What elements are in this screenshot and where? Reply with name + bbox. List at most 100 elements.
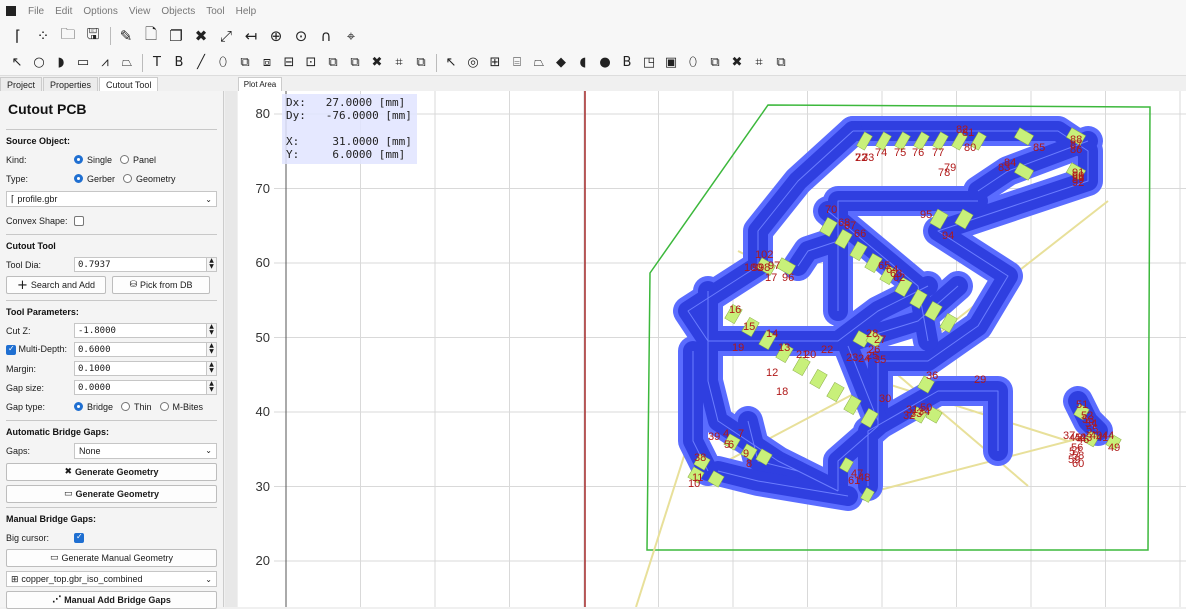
tool-dia-input[interactable]: 0.7937 ▲ ▼	[74, 257, 217, 272]
big-cursor-checkbox[interactable]	[74, 532, 84, 543]
bold-icon[interactable]: B	[170, 53, 188, 73]
move-pad-icon[interactable]: ⧉	[772, 53, 790, 73]
copy-icon[interactable]: ❐	[166, 26, 186, 46]
delete-shape-icon[interactable]: ✖	[368, 53, 386, 73]
type-gerber-radio[interactable]: Gerber	[74, 174, 115, 184]
crosshair-icon[interactable]: ⊕	[266, 26, 286, 46]
pad-icon[interactable]: ◎	[464, 53, 482, 73]
transform-icon[interactable]: ⌗	[390, 53, 408, 73]
poly-icon[interactable]: ◆	[552, 53, 570, 73]
pad-label: 37	[1063, 430, 1075, 442]
type-gerber-label: Gerber	[87, 173, 116, 184]
line-icon[interactable]: ╱	[192, 53, 210, 73]
spin-arrows-icon[interactable]: ▲ ▼	[206, 258, 216, 271]
circle-icon[interactable]: ○	[30, 53, 48, 73]
path-icon[interactable]: ⩘	[96, 53, 114, 73]
gapsize-input[interactable]: 0.0000 ▲ ▼	[74, 380, 217, 395]
open-gerber-icon[interactable]: ⌈	[8, 26, 28, 46]
mark-area-icon[interactable]: ▣	[662, 53, 680, 73]
tab-properties[interactable]: Properties	[43, 77, 99, 91]
manual-object-select[interactable]: ⊞ copper_top.gbr_iso_combined ⌄	[6, 571, 217, 587]
eraser-icon[interactable]: ⬯	[684, 53, 702, 73]
multidepth-checkbox[interactable]	[6, 344, 16, 355]
select-icon[interactable]: ↖	[442, 53, 460, 73]
kind-panel-radio[interactable]: Panel	[120, 155, 156, 165]
gap-thin-radio[interactable]: Thin	[121, 402, 152, 412]
move-shape-icon[interactable]: ⧉	[412, 53, 430, 73]
multidepth-input[interactable]: 0.6000 ▲ ▼	[74, 342, 217, 357]
pad-label: 77	[932, 147, 944, 159]
margin-input[interactable]: 0.1000 ▲ ▼	[74, 361, 217, 376]
distance-icon[interactable]: ↤	[241, 26, 261, 46]
move-icon[interactable]: ⧉	[346, 53, 364, 73]
convex-checkbox[interactable]	[74, 215, 84, 226]
copy-pad-icon[interactable]: ⧉	[706, 53, 724, 73]
menu-file[interactable]: File	[28, 6, 44, 17]
menu-help[interactable]: Help	[236, 6, 257, 17]
pad	[826, 381, 845, 403]
menu-view[interactable]: View	[129, 6, 151, 17]
disc-icon[interactable]: ●	[596, 53, 614, 73]
spin-arrows-icon[interactable]: ▲ ▼	[206, 381, 216, 394]
copy-shape-icon[interactable]: ⧉	[324, 53, 342, 73]
toolbar-separator	[142, 53, 143, 72]
excellon-icon[interactable]: ⁘	[33, 26, 53, 46]
pencil-icon[interactable]: ✎	[116, 26, 136, 46]
panel-scrollbar[interactable]	[225, 91, 237, 607]
polygon-icon[interactable]: ⏢	[118, 53, 136, 73]
document-new-icon[interactable]: 🗋	[141, 25, 161, 46]
magnet-icon[interactable]: ∩	[316, 26, 336, 46]
generate-geometry-button-1[interactable]: ✖ Generate Geometry	[6, 463, 217, 481]
plot-canvas[interactable]: 7273 74 75 76 777879808182838485 868788899091…	[238, 91, 1186, 607]
menu-objects[interactable]: Objects	[161, 6, 195, 17]
cut-icon[interactable]: ⊡	[302, 53, 320, 73]
paint-icon[interactable]: ⬯	[214, 53, 232, 73]
generate-manual-geometry-button[interactable]: ▭ Generate Manual Geometry	[6, 549, 217, 567]
buffer-icon[interactable]: B	[618, 53, 636, 73]
kind-single-radio[interactable]: Single	[74, 155, 112, 165]
menu-options[interactable]: Options	[83, 6, 117, 17]
track-icon[interactable]: ⌸	[508, 53, 526, 73]
divider	[6, 420, 217, 421]
source-object-select[interactable]: ⌈ profile.gbr ⌄	[6, 191, 217, 207]
region-icon[interactable]: ⏢	[530, 53, 548, 73]
spin-arrows-icon[interactable]: ▲ ▼	[206, 324, 216, 337]
gap-mbites-radio[interactable]: M-Bites	[159, 402, 203, 412]
tab-project[interactable]: Project	[0, 77, 43, 91]
semidisc-icon[interactable]: ◖	[574, 53, 592, 73]
folder-icon[interactable]: 🗀	[58, 25, 78, 46]
scale-icon[interactable]: ◳	[640, 53, 658, 73]
subtract-icon[interactable]: ⊟	[280, 53, 298, 73]
gap-bridge-radio[interactable]: Bridge	[74, 402, 113, 412]
pointer-icon[interactable]: ↖	[8, 53, 26, 73]
gaps-row: Gaps: None ⌄	[6, 441, 217, 460]
gaptype-row: Gap type: Bridge Thin M-Bites	[6, 397, 217, 416]
text-icon[interactable]: T	[148, 53, 166, 73]
plot-area[interactable]: 72 73 74 75 76 77 78 79 80 81 82 83 84 85 86 87 88 89 90 91…	[238, 91, 1186, 607]
generate-geometry-button-2[interactable]: ▭ Generate Geometry	[6, 485, 217, 503]
cutz-input[interactable]: -1.8000 ▲ ▼	[74, 323, 217, 338]
pick-from-db-button[interactable]: ⛁ Pick from DB	[112, 276, 210, 294]
manual-add-bridge-gaps-button[interactable]: ⋰ Manual Add Bridge Gaps	[6, 591, 217, 609]
tab-plot-area[interactable]: Plot Area	[238, 77, 282, 91]
tab-cutout-tool[interactable]: Cutout Tool	[99, 77, 159, 91]
transform-pad-icon[interactable]: ⌗	[750, 53, 768, 73]
map-pin-icon[interactable]: ⌖	[341, 26, 361, 46]
resize-icon[interactable]: ⤢	[216, 26, 236, 46]
delete-icon[interactable]: ✖	[191, 26, 211, 46]
save-icon[interactable]: 🖫	[83, 25, 103, 46]
delete-pad-icon[interactable]: ✖	[728, 53, 746, 73]
gaps-select[interactable]: None ⌄	[74, 442, 217, 459]
spin-arrows-icon[interactable]: ▲ ▼	[206, 362, 216, 375]
menu-tool[interactable]: Tool	[206, 6, 224, 17]
target-icon[interactable]: ⊙	[291, 26, 311, 46]
spin-arrows-icon[interactable]: ▲ ▼	[206, 343, 216, 356]
arc-icon[interactable]: ◗	[52, 53, 70, 73]
search-and-add-button[interactable]: + Search and Add	[6, 276, 106, 294]
rectangle-icon[interactable]: ▭	[74, 53, 92, 73]
union-icon[interactable]: ⧉	[236, 53, 254, 73]
menu-edit[interactable]: Edit	[55, 6, 72, 17]
type-geometry-radio[interactable]: Geometry	[123, 174, 176, 184]
intersect-icon[interactable]: ⧈	[258, 53, 276, 73]
pad-array-icon[interactable]: ⊞	[486, 53, 504, 73]
